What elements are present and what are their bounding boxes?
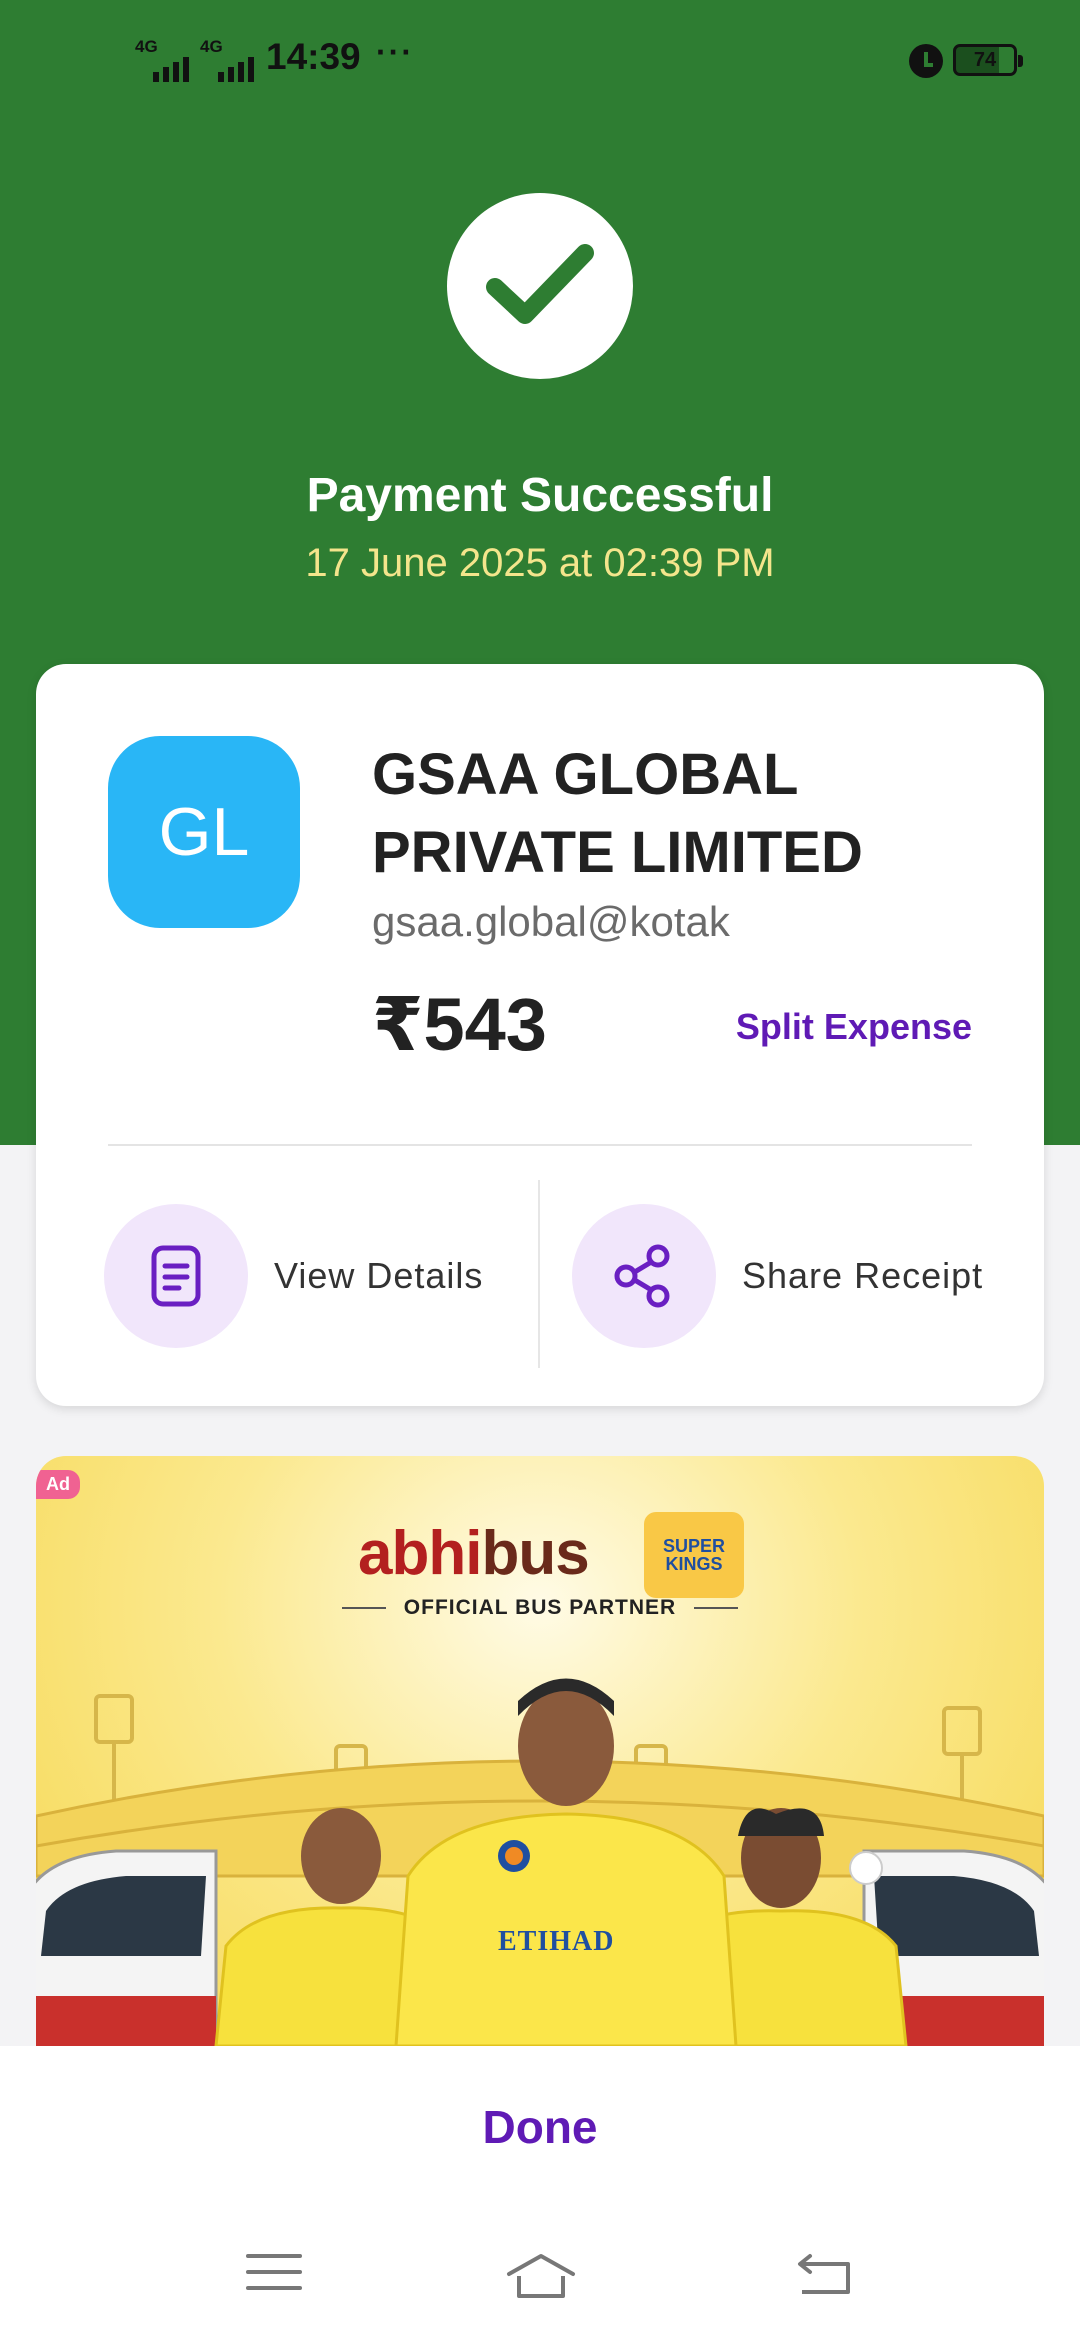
payment-amount: ₹543 xyxy=(372,983,547,1066)
brand-part-1: abhi xyxy=(358,1519,482,1588)
actions-divider xyxy=(538,1180,540,1368)
success-check-icon xyxy=(447,193,633,379)
menu-icon[interactable] xyxy=(246,2252,302,2292)
payee-upi-id: gsaa.global@kotak xyxy=(372,898,730,945)
share-receipt-label: Share Receipt xyxy=(742,1255,984,1296)
abhibus-logo: abhibus xyxy=(358,1518,590,1589)
payee-avatar: GL xyxy=(108,736,300,928)
bottom-sheet: Done xyxy=(0,2046,1080,2340)
status-time: 14:39 xyxy=(266,36,361,77)
ad-banner[interactable]: Ad abhibus SUPER KINGS OFFICIAL BUS PART… xyxy=(36,1456,1044,2046)
ad-tagline: OFFICIAL BUS PARTNER xyxy=(36,1596,1044,1620)
card-divider xyxy=(108,1144,972,1146)
view-details-label: View Details xyxy=(274,1255,484,1296)
avatar-initials: GL xyxy=(158,794,250,870)
more-notifications-icon: ··· xyxy=(376,34,414,70)
split-expense-button[interactable]: Split Expense xyxy=(736,1006,972,1048)
brand-part-2: bus xyxy=(481,1519,589,1588)
done-button[interactable]: Done xyxy=(0,2100,1080,2154)
battery-icon: 74 xyxy=(953,44,1023,76)
battery-level: 74 xyxy=(973,48,997,71)
bus-left xyxy=(36,1849,218,2046)
payee-name: GSAA GLOBAL PRIVATE LIMITED xyxy=(372,742,863,885)
payee-card: GL GSAA GLOBAL PRIVATE LIMITED gsaa.glob… xyxy=(36,664,1044,1406)
back-icon[interactable] xyxy=(796,2252,852,2296)
payment-datetime: 17 June 2025 at 02:39 PM xyxy=(305,541,775,585)
share-icon xyxy=(572,1204,716,1348)
cellular-signal-icon: 4G xyxy=(135,38,189,82)
ad-badge: Ad xyxy=(36,1470,80,1499)
home-icon[interactable] xyxy=(505,2252,577,2300)
status-bar: 4G 4G 14:39 ··· 74 xyxy=(0,0,1080,120)
view-details-button[interactable]: View Details xyxy=(104,1204,483,1348)
network-type-label: 4G xyxy=(135,37,158,56)
cellular-signal-icon-2: 4G xyxy=(200,38,254,82)
player-center xyxy=(394,1678,738,2046)
page-title: Payment Successful xyxy=(306,469,774,522)
network-type-label-2: 4G xyxy=(200,37,223,56)
document-icon xyxy=(104,1204,248,1348)
jersey-text: ETIHAD xyxy=(498,1926,615,1957)
partner-logo-text: SUPER KINGS xyxy=(662,1536,725,1574)
alarm-icon xyxy=(909,44,943,78)
super-kings-logo: SUPER KINGS xyxy=(644,1512,744,1598)
share-receipt-button[interactable]: Share Receipt xyxy=(572,1204,983,1348)
